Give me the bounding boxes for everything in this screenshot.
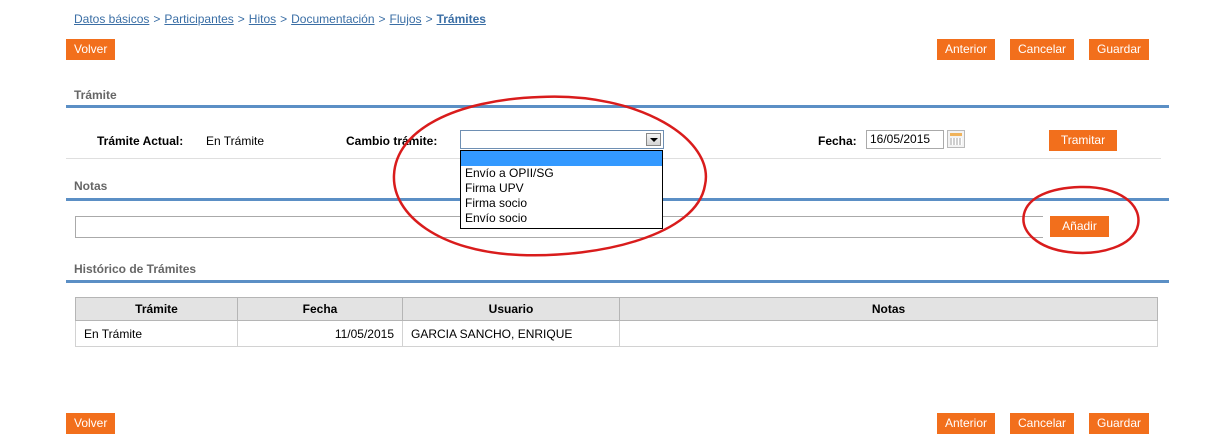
breadcrumb-separator: > [280,12,288,26]
breadcrumb-separator: > [378,12,386,26]
dropdown-option-firma-socio[interactable]: Firma socio [461,196,662,211]
tramitar-button[interactable]: Tramitar [1049,130,1117,151]
cell-notas [619,320,1158,347]
breadcrumb-flujos[interactable]: Flujos [390,12,422,26]
column-header-fecha[interactable]: Fecha [237,297,403,321]
column-header-usuario[interactable]: Usuario [402,297,620,321]
guardar-button-top[interactable]: Guardar [1089,39,1150,60]
anterior-button-top[interactable]: Anterior [937,39,996,60]
cambio-tramite-select[interactable] [460,130,664,149]
fecha-input[interactable]: 16/05/2015 [866,130,944,149]
tramite-section-divider [66,105,1169,108]
breadcrumb-current[interactable]: Trámites [437,12,486,26]
breadcrumb-participantes[interactable]: Participantes [164,12,233,26]
tramite-actual-label: Trámite Actual: [97,134,184,148]
column-header-tramite[interactable]: Trámite [75,297,238,321]
breadcrumb-documentacion[interactable]: Documentación [291,12,374,26]
historico-section-divider [66,280,1169,283]
dropdown-option-firma-upv[interactable]: Firma UPV [461,181,662,196]
notas-section-title: Notas [74,179,108,193]
volver-button-bottom[interactable]: Volver [66,413,116,434]
table-header-row: Trámite Fecha Usuario Notas [75,297,1158,321]
historico-table: Trámite Fecha Usuario Notas En Trámite 1… [75,297,1158,347]
anterior-button-bottom[interactable]: Anterior [937,413,996,434]
dropdown-option-empty[interactable] [461,151,662,166]
cambio-tramite-dropdown[interactable]: Envío a OPII/SG Firma UPV Firma socio En… [460,150,663,229]
fecha-label: Fecha: [818,134,857,148]
tramite-section-title: Trámite [74,88,117,102]
cambio-tramite-label: Cambio trámite: [346,134,438,148]
table-row[interactable]: En Trámite 11/05/2015 GARCIA SANCHO, ENR… [75,320,1158,347]
column-header-notas[interactable]: Notas [619,297,1158,321]
breadcrumb-separator: > [153,12,161,26]
breadcrumb-separator: > [237,12,245,26]
cancelar-button-bottom[interactable]: Cancelar [1010,413,1075,434]
cancelar-button-top[interactable]: Cancelar [1010,39,1075,60]
cell-fecha: 11/05/2015 [237,320,403,347]
dropdown-option-envio-socio[interactable]: Envío socio [461,211,662,226]
calendar-icon[interactable] [947,130,965,148]
breadcrumb-hitos[interactable]: Hitos [249,12,276,26]
historico-section-title: Histórico de Trámites [74,262,197,276]
tramite-actual-value: En Trámite [206,134,265,148]
cell-usuario: GARCIA SANCHO, ENRIQUE [402,320,620,347]
chevron-down-icon[interactable] [646,133,661,146]
breadcrumb: Datos básicos > Participantes > Hitos > Docume… [74,12,486,26]
breadcrumb-datos-basicos[interactable]: Datos básicos [74,12,149,26]
dropdown-option-envio-opii[interactable]: Envío a OPII/SG [461,166,662,181]
breadcrumb-separator: > [425,12,433,26]
guardar-button-bottom[interactable]: Guardar [1089,413,1150,434]
volver-button-top[interactable]: Volver [66,39,116,60]
cell-tramite: En Trámite [75,320,238,347]
anadir-button[interactable]: Añadir [1050,216,1109,237]
